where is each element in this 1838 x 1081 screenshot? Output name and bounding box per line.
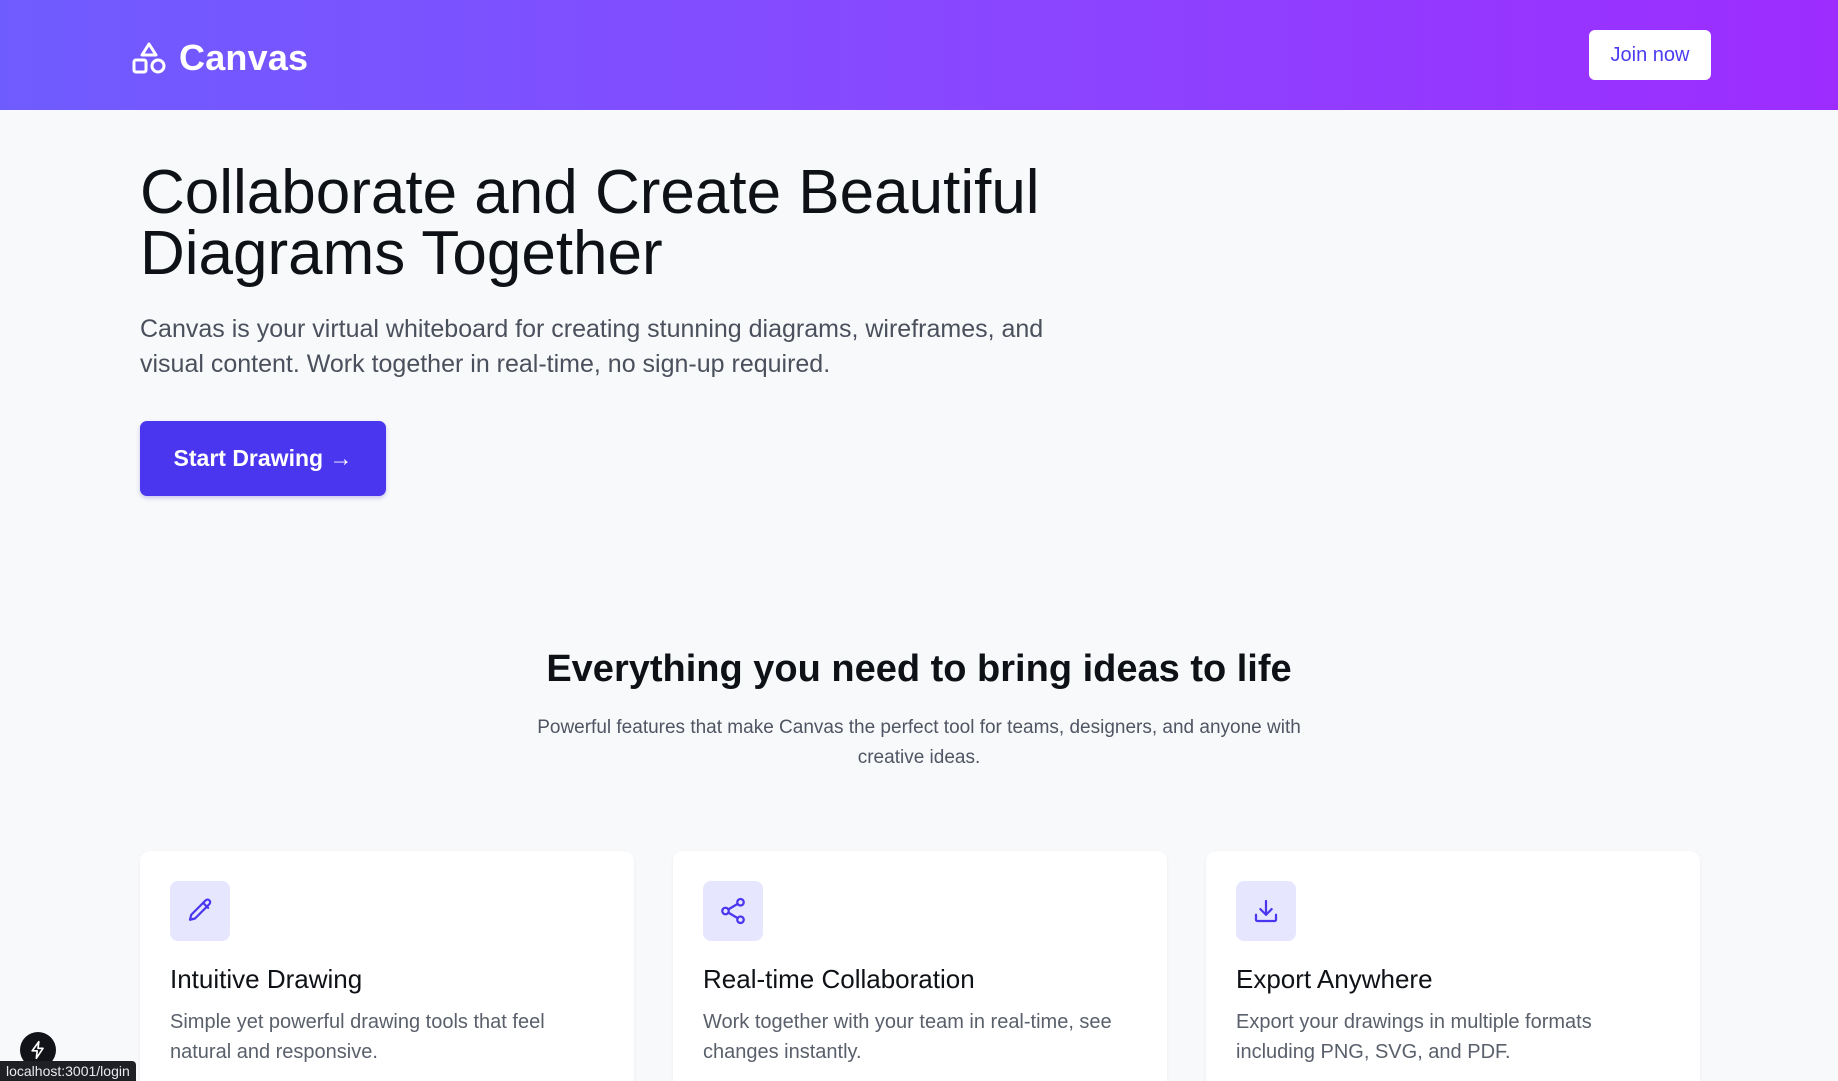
join-now-button[interactable]: Join now [1589, 30, 1711, 80]
feature-card-title: Export Anywhere [1236, 964, 1433, 994]
feature-card-text: Export your drawings in multiple formats… [1236, 1011, 1592, 1063]
feature-card-intuitive-drawing: Intuitive Drawing Simple yet powerful dr… [140, 851, 634, 1081]
features-subtitle: Powerful features that make Canvas the p… [537, 717, 1301, 768]
status-bar-url: localhost:3001/login [0, 1061, 136, 1081]
start-drawing-button[interactable]: Start Drawing → [140, 421, 386, 496]
feature-card-export-anywhere: Export Anywhere Export your drawings in … [1206, 851, 1700, 1081]
pencil-icon [170, 881, 230, 941]
share-icon [703, 881, 763, 941]
brand-name: Canvas [179, 37, 309, 78]
features-title: Everything you need to bring ideas to li… [546, 648, 1292, 690]
feature-card-title: Intuitive Drawing [170, 964, 363, 994]
hero-title-line-1: Collaborate and Create Beautiful [140, 158, 1040, 227]
shapes-icon [131, 40, 167, 76]
download-icon [1236, 881, 1296, 941]
hero-subtitle: Canvas is your virtual whiteboard for cr… [140, 315, 1044, 378]
feature-card-text: Work together with your team in real-tim… [703, 1011, 1112, 1063]
hero-title: Collaborate and Create Beautiful Diagram… [140, 162, 1140, 285]
landing-page: Canvas Join now Collaborate and Create B… [0, 0, 1838, 1081]
top-header: Canvas Join now [0, 0, 1838, 110]
hero-title-line-2: Diagrams Together [140, 219, 663, 288]
feature-card-text: Simple yet powerful drawing tools that f… [170, 1011, 545, 1063]
feature-card-title: Real-time Collaboration [703, 964, 975, 994]
brand-logo[interactable]: Canvas [131, 36, 308, 80]
feature-card-real-time-collaboration: Real-time Collaboration Work together wi… [673, 851, 1167, 1081]
